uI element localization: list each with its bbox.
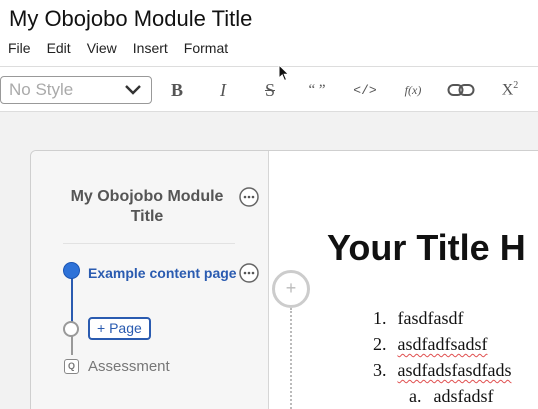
bold-icon: B	[170, 79, 183, 100]
module-title[interactable]: My Obojobo Module Title	[9, 6, 529, 32]
menu-edit[interactable]: Edit	[47, 38, 71, 58]
list-item-text: adsfadsf	[433, 386, 494, 406]
strikethrough-icon: S	[264, 79, 275, 100]
list-item[interactable]: 3. asdfadsfasdfads	[373, 357, 511, 383]
nav-page-link[interactable]: Example content page	[88, 263, 238, 283]
menu-view[interactable]: View	[87, 38, 117, 58]
insertion-guide	[290, 308, 292, 409]
nav-assessment-link[interactable]: Assessment	[88, 358, 170, 375]
list-item[interactable]: 1. fasdfasdf	[373, 305, 511, 331]
formula-icon: f(x)	[404, 82, 422, 97]
page-content: + Your Title H 1. fasdfasdf 2. asdfadfsa…	[270, 151, 538, 409]
quote-icon: “ ”	[308, 81, 326, 98]
code-button[interactable]: </>	[352, 79, 378, 101]
list-item-text: fasdfasdf	[397, 308, 464, 328]
add-content-button[interactable]: +	[272, 270, 310, 308]
list-item-text: asdfadfsadsf	[397, 334, 488, 354]
list-number: 1.	[373, 308, 387, 328]
list-number: a.	[409, 386, 422, 406]
menu-insert[interactable]: Insert	[133, 38, 168, 58]
nav-module-title[interactable]: My Obojobo Module Title	[57, 187, 237, 227]
formula-button[interactable]: f(x)	[400, 79, 426, 101]
module-navigation: My Obojobo Module Title Example content …	[31, 151, 269, 409]
chevron-down-icon	[125, 85, 141, 95]
page-heading[interactable]: Your Title H	[327, 227, 526, 269]
nav-progress-line-inactive	[71, 335, 73, 355]
list-item-text: asdfadsfasdfads	[397, 360, 512, 380]
quote-button[interactable]: “ ”	[304, 79, 330, 101]
title-bar: My Obojobo Module Title	[0, 0, 538, 36]
list-item[interactable]: a. adsfadsf	[373, 383, 511, 409]
link-button[interactable]	[446, 79, 476, 101]
more-options-icon[interactable]	[239, 187, 259, 207]
superscript-icon: X2	[501, 80, 519, 99]
module-document: My Obojobo Module Title Example content …	[30, 150, 538, 409]
assessment-icon: Q	[64, 359, 79, 374]
add-page-button[interactable]: + Page	[88, 317, 151, 340]
link-icon	[447, 84, 475, 96]
list-number: 2.	[373, 334, 387, 354]
formatting-toolbar: No Style B I S “ ” </> f(x) X2	[0, 66, 538, 112]
list-item[interactable]: 2. asdfadfsadsf	[373, 331, 511, 357]
strikethrough-button[interactable]: S	[260, 79, 280, 101]
nav-divider	[63, 243, 235, 244]
add-page-dot	[63, 321, 79, 337]
superscript-button[interactable]: X2	[498, 79, 522, 101]
bold-button[interactable]: B	[166, 79, 188, 101]
mouse-cursor-icon	[278, 64, 290, 82]
page-options-icon[interactable]	[239, 263, 259, 283]
text-style-value: No Style	[9, 80, 74, 99]
ordered-list[interactable]: 1. fasdfasdf 2. asdfadfsadsf 3. asdfadsf…	[373, 305, 511, 409]
code-icon: </>	[353, 82, 377, 98]
italic-button[interactable]: I	[214, 79, 232, 101]
list-number: 3.	[373, 360, 387, 380]
active-page-dot	[63, 262, 80, 279]
editor-workarea: My Obojobo Module Title Example content …	[0, 112, 538, 409]
menu-file[interactable]: File	[8, 38, 31, 58]
text-style-select[interactable]: No Style	[0, 76, 152, 104]
italic-icon: I	[220, 79, 226, 100]
menu-format[interactable]: Format	[184, 38, 228, 58]
menu-bar: File Edit View Insert Format	[0, 38, 244, 58]
